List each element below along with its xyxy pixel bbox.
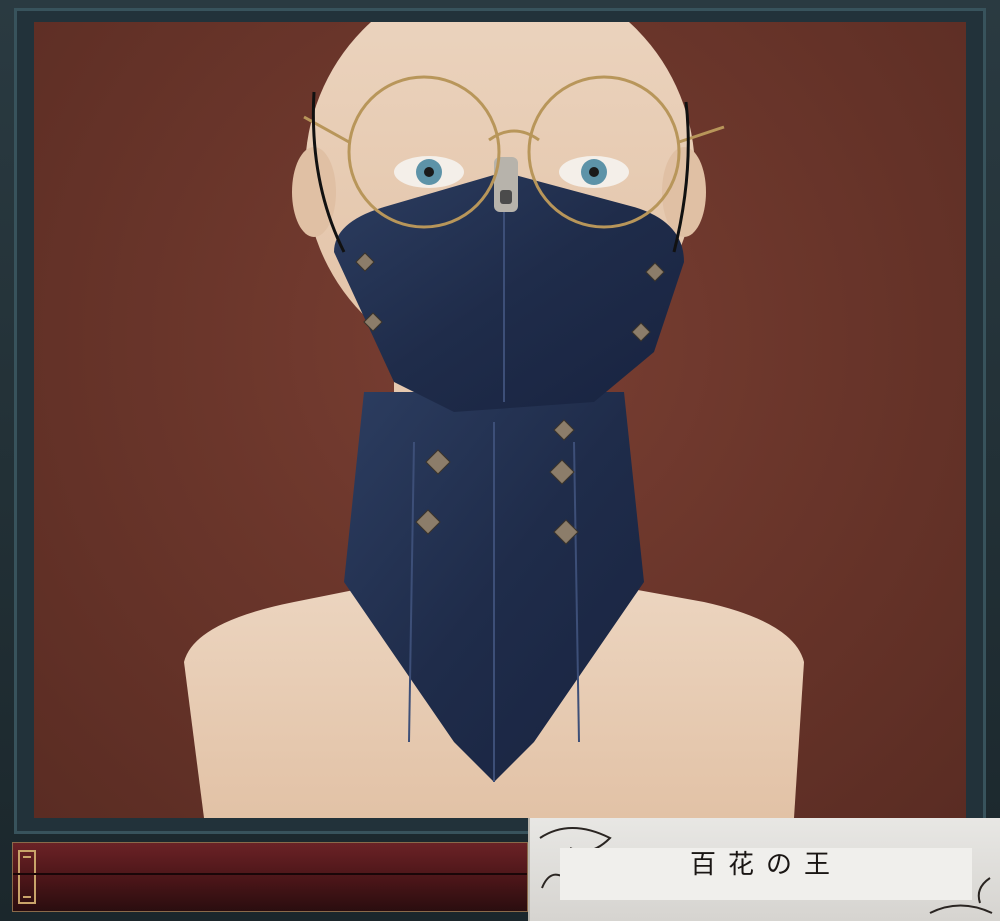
- product-label-panel: 百花の王: [528, 818, 1000, 921]
- decorative-bar: [12, 842, 528, 912]
- product-photo: [34, 22, 966, 818]
- ornament-icon: [18, 850, 36, 904]
- mannequin-illustration: [184, 22, 804, 818]
- product-name: 百花の王: [689, 850, 842, 880]
- bar-divider: [13, 873, 527, 875]
